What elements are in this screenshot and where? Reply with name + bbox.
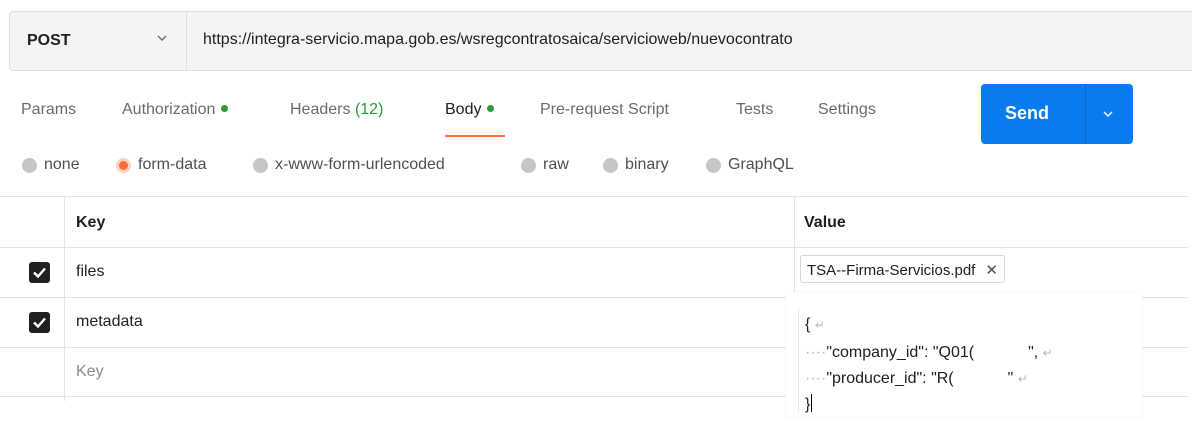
value-column-header: Value: [804, 214, 846, 231]
status-dot-icon: [487, 105, 495, 112]
row-key[interactable]: files: [76, 263, 104, 281]
text-caret: [811, 394, 813, 412]
tab-params[interactable]: Params: [21, 101, 76, 119]
row-checkbox[interactable]: [29, 262, 50, 283]
radio-label: binary: [625, 156, 669, 173]
radio-label: x-www-form-urlencoded: [275, 156, 445, 173]
value-editor[interactable]: { ↵ ····"company_id": "Q01(", ↵ ····"pro…: [786, 292, 1142, 417]
method-select[interactable]: POST: [10, 12, 187, 70]
whitespace-icon: ····: [805, 344, 827, 361]
request-url-bar: POST https://integra-servicio.mapa.gob.e…: [9, 11, 1192, 71]
tab-label: Pre-request Script: [540, 101, 669, 118]
redacted-block: [974, 342, 1029, 360]
new-key-input[interactable]: Key: [76, 363, 104, 381]
body-type-none[interactable]: none: [22, 156, 80, 174]
radio-icon: [22, 157, 37, 173]
return-icon: ↵: [1042, 346, 1053, 360]
tab-label: Settings: [818, 101, 876, 118]
method-label: POST: [27, 32, 71, 49]
body-type-form-data[interactable]: form-data: [116, 156, 206, 174]
whitespace-icon: ····: [805, 370, 827, 387]
send-label: Send: [1005, 103, 1050, 123]
close-icon[interactable]: ✕: [985, 262, 998, 279]
json-line: { ↵: [805, 316, 825, 333]
tab-settings[interactable]: Settings: [818, 101, 876, 119]
send-divider: [1085, 84, 1086, 144]
redacted-block: [953, 368, 1008, 386]
radio-label: GraphQL: [728, 156, 794, 173]
radio-selected-icon: [116, 157, 131, 173]
active-tab-indicator: [445, 135, 505, 137]
file-name: TSA--Firma-Servicios.pdf: [807, 262, 976, 279]
json-line: ····"company_id": "Q01(", ↵: [805, 342, 1053, 361]
body-type-raw[interactable]: raw: [521, 156, 569, 174]
tab-label: Authorization: [122, 101, 216, 118]
body-type-graphql[interactable]: GraphQL: [706, 156, 794, 174]
tab-label: Tests: [736, 101, 774, 118]
tab-tests[interactable]: Tests: [736, 101, 773, 119]
json-editor[interactable]: { ↵ ····"company_id": "Q01(", ↵ ····"pro…: [798, 308, 1143, 413]
chevron-down-icon[interactable]: [1102, 109, 1114, 119]
radio-icon: [706, 157, 721, 173]
status-dot-icon: [221, 105, 229, 112]
tab-label: Headers: [290, 101, 351, 118]
file-chip[interactable]: TSA--Firma-Servicios.pdf ✕: [800, 255, 1005, 283]
radio-icon: [253, 157, 268, 173]
radio-icon: [603, 157, 618, 173]
radio-label: none: [44, 156, 80, 173]
tab-label: Body: [445, 101, 482, 118]
json-line: ····"producer_id": "R(" ↵: [805, 368, 1028, 387]
body-type-binary[interactable]: binary: [603, 156, 669, 174]
body-type-urlencoded[interactable]: x-www-form-urlencoded: [253, 156, 445, 174]
checkmark-icon: [33, 317, 46, 329]
tab-pre-request-script[interactable]: Pre-request Script: [540, 101, 669, 119]
tab-headers[interactable]: Headers (12): [290, 101, 383, 119]
table-header-row: Key Value: [0, 196, 1188, 247]
key-column-header: Key: [76, 214, 106, 231]
tab-authorization[interactable]: Authorization: [122, 101, 229, 119]
radio-label: raw: [543, 156, 569, 173]
radio-icon: [521, 157, 536, 173]
json-line: }: [805, 394, 813, 413]
headers-count: (12): [354, 101, 384, 118]
tab-body[interactable]: Body: [445, 101, 495, 119]
radio-label: form-data: [138, 156, 207, 173]
return-icon: ↵: [1017, 372, 1028, 386]
return-icon: ↵: [814, 318, 825, 332]
url-input[interactable]: https://integra-servicio.mapa.gob.es/wsr…: [203, 31, 793, 49]
row-key[interactable]: metadata: [76, 313, 143, 331]
row-checkbox[interactable]: [29, 312, 50, 333]
table-row: files: [0, 247, 1188, 297]
tab-label: Params: [21, 101, 77, 118]
checkmark-icon: [33, 267, 46, 279]
chevron-down-icon: [157, 35, 167, 41]
send-button[interactable]: Send: [981, 84, 1133, 144]
